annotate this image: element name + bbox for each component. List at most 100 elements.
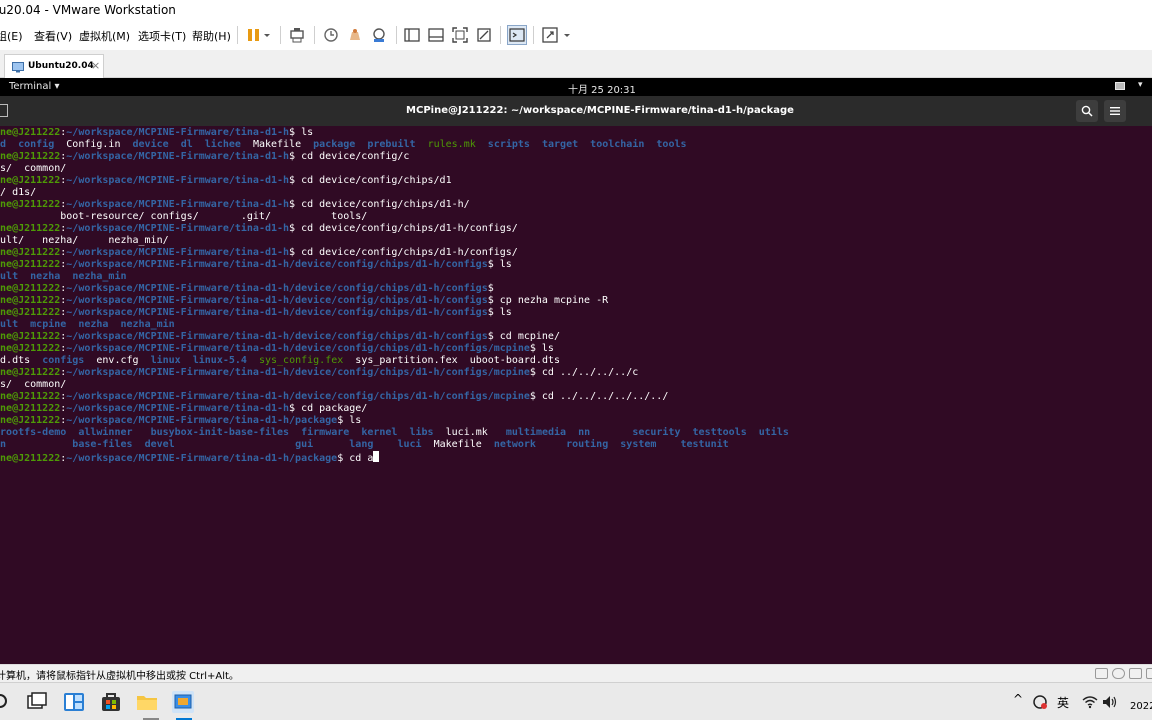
terminal-text-segment: fault/ nezha/ nezha_min/ [0, 235, 169, 246]
show-hidden-icons-icon[interactable]: ^ [1013, 692, 1023, 706]
stretch-guest-icon[interactable] [541, 26, 559, 44]
tab-label: Ubuntu20.04 [28, 61, 94, 71]
tab-close-icon[interactable]: × [91, 59, 100, 72]
terminal-text-segment: tools [656, 139, 687, 150]
terminal-text-segment: $ ls [487, 307, 512, 318]
send-ctrl-alt-del-icon[interactable] [288, 26, 306, 44]
fullscreen-icon[interactable] [451, 26, 469, 44]
terminal-text-segment: configs [42, 355, 85, 366]
terminal-text-segment: lang [349, 439, 374, 450]
terminal-line: Pine@J211222:~/workspace/MCPINE-Firmware… [0, 367, 638, 379]
clock[interactable]: 十月 25 20:31 [568, 81, 636, 96]
pause-icon[interactable] [245, 26, 263, 44]
volume-icon[interactable] [1102, 695, 1118, 709]
taskbar-date[interactable]: 2022 [1130, 701, 1152, 712]
terminal-line: d-rootfs-demo allwinner busybox-init-bas… [0, 427, 789, 439]
terminal-output[interactable]: Pine@J211222:~/workspace/MCPINE-Firmware… [0, 126, 1152, 664]
terminal-text-segment: env.cfg [84, 355, 151, 366]
terminal-text-segment: $ [487, 283, 494, 294]
terminal-text-segment: $ ls [337, 415, 362, 426]
terminal-text-segment: Pine@J211222 [0, 343, 61, 354]
terminal-line: Pine@J211222:~/workspace/MCPINE-Firmware… [0, 199, 470, 211]
terminal-text-segment: ~/workspace/MCPINE-Firmware/tina-d1-h/de… [66, 331, 488, 342]
widgets-icon[interactable] [62, 690, 86, 714]
toolbar-divider [314, 26, 315, 44]
device-usb-icon[interactable] [1146, 668, 1152, 679]
thumbnail-bar-icon[interactable] [427, 26, 445, 44]
console-view-icon[interactable] [507, 25, 527, 45]
search-button[interactable] [1076, 100, 1098, 122]
snapshot-manager-icon[interactable] [370, 26, 388, 44]
terminal-text-segment: Pine@J211222 [0, 453, 61, 464]
terminal-line: Pine@J211222:~/workspace/MCPINE-Firmware… [0, 247, 518, 259]
network-icon[interactable] [1115, 82, 1125, 90]
terminal-line: Pine@J211222:~/workspace/MCPINE-Firmware… [0, 343, 554, 355]
wifi-icon[interactable] [1082, 695, 1098, 709]
store-icon[interactable] [99, 690, 123, 714]
terminal-text-segment: ~/workspace/MCPINE-Firmware/tina-d1-h [66, 247, 290, 258]
terminal-text-segment: $ ls [529, 343, 554, 354]
terminal-text-segment: linux-5.4 [192, 355, 247, 366]
menu-view[interactable]: 查看(V) [34, 28, 72, 44]
device-network-icon[interactable] [1129, 668, 1142, 679]
terminal-text-segment: ips/ common/ [0, 379, 67, 390]
terminal-text-segment: ~/workspace/MCPINE-Firmware/tina-d1-h [66, 175, 290, 186]
terminal-text-segment: system [620, 439, 657, 450]
terminal-text-segment: linux [150, 355, 181, 366]
terminal-text-segment: multimedia [505, 427, 567, 438]
search-icon [1081, 105, 1093, 117]
terminal-line: Pine@J211222:~/workspace/MCPINE-Firmware… [0, 151, 409, 163]
hamburger-menu-button[interactable] [1104, 100, 1126, 122]
search-icon[interactable] [0, 690, 14, 714]
revert-snapshot-icon[interactable] [346, 26, 364, 44]
chevron-down-icon[interactable] [262, 26, 272, 44]
chevron-down-icon[interactable] [562, 26, 572, 44]
terminal-text-segment: Pine@J211222 [0, 403, 61, 414]
input-method-indicator[interactable]: 英 [1057, 694, 1069, 711]
terminal-text-segment: $ cd device/config/chips/d1-h/configs/ [289, 223, 518, 234]
terminal-text-segment: ~/workspace/MCPINE-Firmware/tina-d1-h/pa… [66, 453, 338, 464]
terminal-text-segment: nn [578, 427, 591, 438]
snapshot-icon[interactable] [322, 26, 340, 44]
menu-tabs[interactable]: 选项卡(T) [138, 28, 186, 44]
terminal-text-segment: $ cd ../../../../../../ [529, 391, 669, 402]
terminal-text-segment: testunit [680, 439, 729, 450]
terminal-cursor [373, 451, 380, 462]
task-view-icon[interactable] [25, 690, 49, 714]
menu-help[interactable]: 帮助(H) [192, 28, 231, 44]
terminal-text-segment: $ cd ../../../../c [529, 367, 639, 378]
tab-ubuntu[interactable]: Ubuntu20.04 × [4, 54, 104, 78]
app-menu[interactable]: Terminal ▾ [9, 81, 59, 92]
vm-status-bar: 计算机，请将鼠标指针从虚拟机中移出或按 Ctrl+Alt。 [0, 664, 1152, 682]
sidebar-toggle-icon[interactable] [403, 26, 421, 44]
toolbar-divider [533, 26, 534, 44]
terminal-text-segment: ~/workspace/MCPINE-Firmware/tina-d1-h [66, 199, 290, 210]
terminal-text-segment: ~/workspace/MCPINE-Firmware/tina-d1-h/de… [66, 391, 530, 402]
terminal-text-segment: dl [180, 139, 193, 150]
menu-edit[interactable]: 组(E) [0, 28, 23, 44]
terminal-line: Pine@J211222:~/workspace/MCPINE-Firmware… [0, 451, 380, 464]
menu-vm[interactable]: 虚拟机(M) [79, 28, 130, 44]
terminal-text-segment: testtools [692, 427, 747, 438]
system-menu-chevron-icon[interactable]: ▾ [1138, 80, 1143, 90]
window-title-bar: tu20.04 - VMware Workstation [0, 0, 1152, 20]
vmware-taskbar-icon[interactable] [171, 690, 195, 714]
toolbar-divider [280, 26, 281, 44]
file-explorer-icon[interactable] [135, 690, 159, 714]
unity-mode-icon[interactable] [475, 26, 493, 44]
terminal-line: min base-files devel gui lang luci Makef… [0, 439, 729, 451]
device-cdrom-icon[interactable] [1112, 668, 1125, 679]
terminal-text-segment: Makefile [421, 439, 494, 450]
security-icon[interactable] [1032, 694, 1048, 710]
device-hdd-icon[interactable] [1095, 668, 1108, 679]
